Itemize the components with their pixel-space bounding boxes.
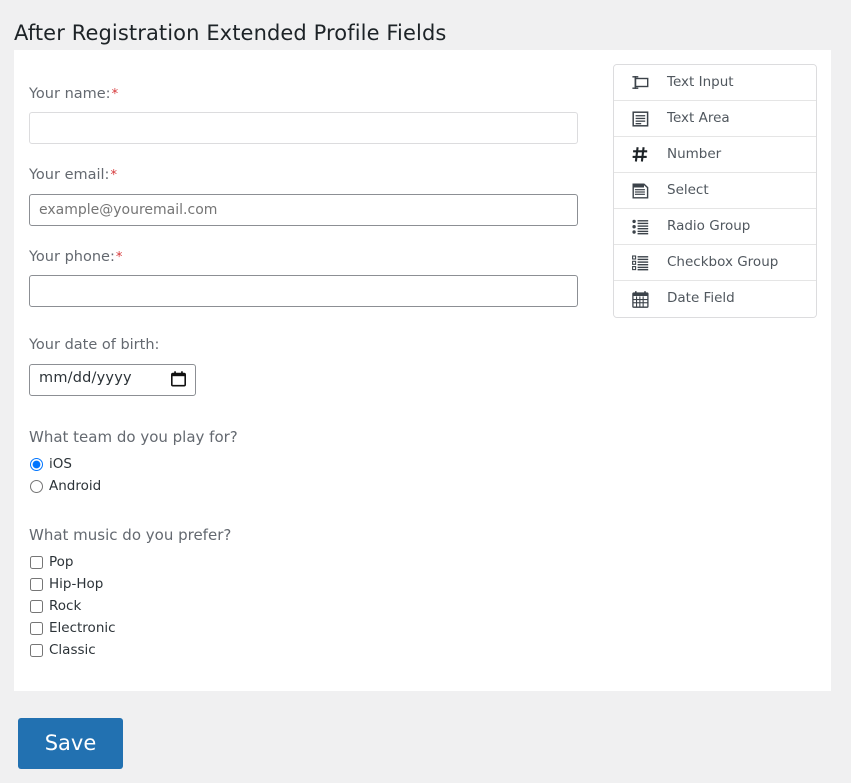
label-team-question: What team do you play for? xyxy=(29,427,238,446)
palette-item-radio-group-label: Radio Group xyxy=(667,217,751,234)
radio-option-ios[interactable]: iOS xyxy=(29,454,595,476)
label-your-name: Your name:* xyxy=(29,86,595,103)
palette-item-number-label: Number xyxy=(667,145,722,162)
text-area-icon xyxy=(631,109,650,128)
calendar-icon xyxy=(631,290,650,309)
required-marker: * xyxy=(115,249,123,265)
label-your-email-text: Your email: xyxy=(29,167,110,184)
label-your-name-text: Your name: xyxy=(29,86,111,102)
radio-option-android[interactable]: Android xyxy=(29,476,595,498)
checkbox-option-pop[interactable]: Pop xyxy=(29,552,595,574)
palette-item-text-area-label: Text Area xyxy=(667,109,730,126)
palette-item-text-input-label: Text Input xyxy=(667,73,734,90)
number-hash-icon xyxy=(631,145,650,164)
field-your-phone: Your phone:* xyxy=(29,249,595,308)
checkbox-pop-label: Pop xyxy=(49,553,74,570)
checkbox-pop[interactable] xyxy=(30,556,43,570)
profile-form: Your name:* Your email:* Your phone:* Yo… xyxy=(29,86,595,662)
select-dropdown-icon xyxy=(631,181,650,200)
checkbox-option-electronic[interactable]: Electronic xyxy=(29,618,595,640)
field-type-palette: Text Input Text Area Number Select Radio… xyxy=(613,64,817,318)
checkbox-rock[interactable] xyxy=(30,600,43,614)
checkbox-group-icon xyxy=(631,253,650,272)
text-input-icon xyxy=(631,73,650,92)
palette-item-radio-group[interactable]: Radio Group xyxy=(614,209,816,245)
checkbox-option-hiphop[interactable]: Hip-Hop xyxy=(29,574,595,596)
date-input-wrapper: mm/dd/yyyy xyxy=(29,363,196,396)
checkbox-hiphop[interactable] xyxy=(30,578,43,592)
palette-item-checkbox-group-label: Checkbox Group xyxy=(667,253,779,270)
checkbox-hiphop-label: Hip-Hop xyxy=(49,575,104,592)
palette-item-date-field-label: Date Field xyxy=(667,290,735,307)
field-date-of-birth: Your date of birth: mm/dd/yyyy xyxy=(29,337,595,396)
page-title: After Registration Extended Profile Fiel… xyxy=(14,21,447,46)
label-your-phone: Your phone:* xyxy=(29,249,595,266)
checkbox-option-classic[interactable]: Classic xyxy=(29,640,595,662)
checkbox-classic-label: Classic xyxy=(49,641,96,658)
group-team-radio: What team do you play for? iOS Android xyxy=(29,428,595,498)
palette-item-text-input[interactable]: Text Input xyxy=(614,65,816,101)
your-phone-input[interactable] xyxy=(29,275,578,308)
content-card: Your name:* Your email:* Your phone:* Yo… xyxy=(14,50,831,691)
checkbox-electronic[interactable] xyxy=(30,622,43,636)
palette-item-select-label: Select xyxy=(667,181,709,198)
label-date-of-birth: Your date of birth: xyxy=(29,337,160,354)
checkbox-classic[interactable] xyxy=(30,644,43,658)
field-your-email: Your email:* xyxy=(29,167,595,226)
palette-item-text-area[interactable]: Text Area xyxy=(614,101,816,137)
group-music-checkbox: What music do you prefer? Pop Hip-Hop Ro… xyxy=(29,526,595,662)
radio-android-label: Android xyxy=(49,477,102,494)
required-marker: * xyxy=(110,168,117,184)
field-your-name: Your name:* xyxy=(29,86,595,145)
palette-item-checkbox-group[interactable]: Checkbox Group xyxy=(614,245,816,281)
checkbox-electronic-label: Electronic xyxy=(49,619,116,636)
palette-item-number[interactable]: Number xyxy=(614,137,816,173)
label-your-email: Your email:* xyxy=(29,167,595,184)
radio-android[interactable] xyxy=(30,480,43,494)
required-marker: * xyxy=(111,87,119,102)
palette-item-date-field[interactable]: Date Field xyxy=(614,281,816,317)
your-name-input[interactable] xyxy=(29,112,578,145)
checkbox-rock-label: Rock xyxy=(49,597,82,614)
palette-item-select[interactable]: Select xyxy=(614,173,816,209)
label-music-question: What music do you prefer? xyxy=(29,525,232,544)
your-email-input[interactable] xyxy=(29,193,578,226)
checkbox-option-rock[interactable]: Rock xyxy=(29,596,595,618)
save-button[interactable]: Save xyxy=(18,718,123,769)
radio-group-icon xyxy=(631,217,650,236)
date-of-birth-input[interactable] xyxy=(29,363,196,396)
label-your-phone-text: Your phone: xyxy=(29,248,115,265)
radio-ios[interactable] xyxy=(30,458,43,472)
radio-ios-label: iOS xyxy=(49,455,72,472)
